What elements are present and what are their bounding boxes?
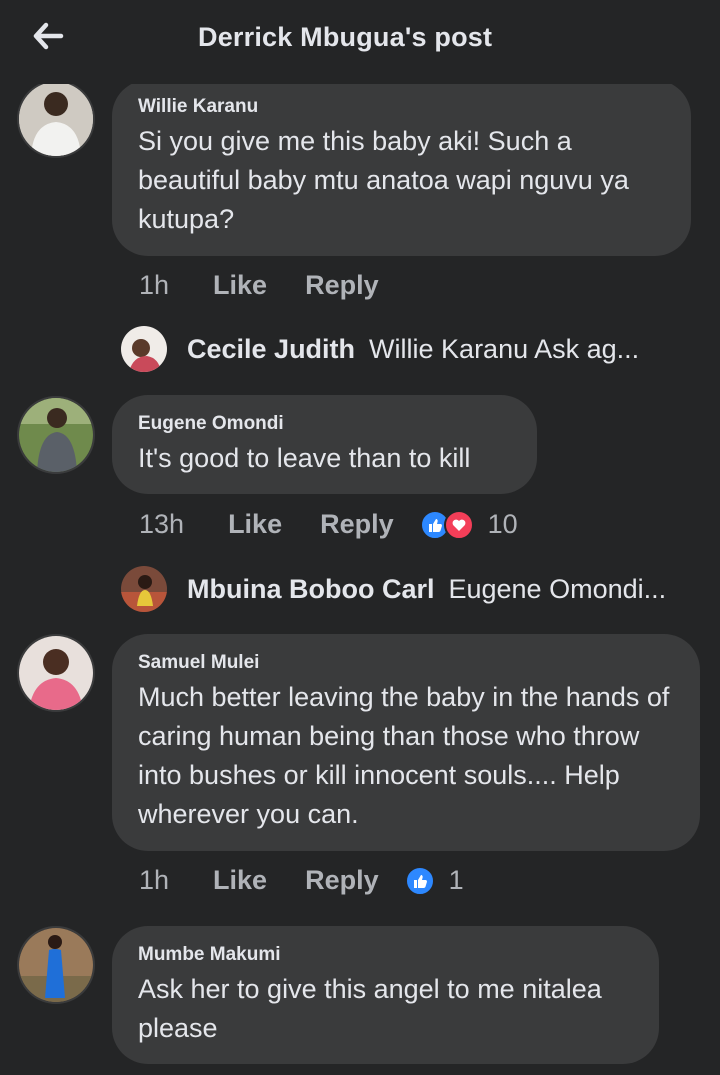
reply-button[interactable]: Reply: [305, 270, 379, 301]
comment-actions: 1h Like Reply: [139, 270, 379, 301]
comment-text: Much better leaving the baby in the hand…: [138, 682, 670, 829]
arrow-left-icon: [33, 22, 64, 50]
comment-time[interactable]: 13h: [139, 509, 184, 540]
person-avatar-icon: [19, 398, 93, 472]
reply-button[interactable]: Reply: [320, 509, 394, 540]
reactions-summary[interactable]: 10: [419, 509, 518, 540]
comment-text: Si you give me this baby aki! Such a bea…: [138, 126, 629, 234]
reply-preview-text: Eugene Omondi...: [448, 573, 667, 604]
avatar[interactable]: [17, 634, 95, 712]
reply-preview-text: Willie Karanu Ask ag...: [369, 333, 640, 364]
like-button[interactable]: Like: [213, 270, 267, 301]
avatar[interactable]: [17, 80, 95, 158]
reply-button[interactable]: Reply: [305, 865, 379, 896]
comment-bubble[interactable]: Willie Karanu Si you give me this baby a…: [112, 80, 691, 256]
avatar: [121, 566, 167, 612]
comment-author[interactable]: Willie Karanu: [138, 96, 665, 118]
person-avatar-icon: [121, 326, 167, 372]
comment-actions: 13h Like Reply 10: [139, 509, 518, 540]
top-bar: Derrick Mbugua's post: [0, 0, 720, 84]
avatar: [121, 326, 167, 372]
comment-author[interactable]: Eugene Omondi: [138, 413, 511, 435]
comment-author[interactable]: Mumbe Makumi: [138, 944, 633, 966]
avatar[interactable]: [17, 926, 95, 1004]
comment-time[interactable]: 1h: [139, 270, 169, 301]
person-avatar-icon: [19, 928, 93, 1002]
person-avatar-icon: [19, 636, 93, 710]
reply-preview[interactable]: Cecile Judith Willie Karanu Ask ag...: [121, 326, 639, 372]
reply-preview[interactable]: Mbuina Boboo Carl Eugene Omondi...: [121, 566, 666, 612]
reply-author[interactable]: Cecile Judith: [187, 334, 355, 365]
comment-text: Ask her to give this angel to me nitalea…: [138, 974, 602, 1043]
reaction-count: 10: [487, 509, 518, 539]
love-reaction-icon: [443, 509, 474, 540]
comment-actions: 1h Like Reply 1: [139, 865, 464, 896]
person-avatar-icon: [19, 82, 93, 156]
like-reaction-icon: [404, 865, 435, 896]
reaction-count: 1: [448, 865, 464, 895]
person-avatar-icon: [121, 566, 167, 612]
comment-author[interactable]: Samuel Mulei: [138, 652, 674, 674]
like-button[interactable]: Like: [228, 509, 282, 540]
page-title: Derrick Mbugua's post: [198, 22, 493, 52]
reply-author[interactable]: Mbuina Boboo Carl: [187, 574, 434, 605]
avatar[interactable]: [17, 396, 95, 474]
comment-time[interactable]: 1h: [139, 865, 169, 896]
comment-bubble[interactable]: Mumbe Makumi Ask her to give this angel …: [112, 926, 659, 1064]
back-button[interactable]: [26, 16, 70, 56]
comment-bubble[interactable]: Samuel Mulei Much better leaving the bab…: [112, 634, 700, 851]
comment-text: It's good to leave than to kill: [138, 443, 471, 473]
reactions-summary[interactable]: 1: [404, 865, 464, 896]
like-button[interactable]: Like: [213, 865, 267, 896]
comment-bubble[interactable]: Eugene Omondi It's good to leave than to…: [112, 395, 537, 494]
